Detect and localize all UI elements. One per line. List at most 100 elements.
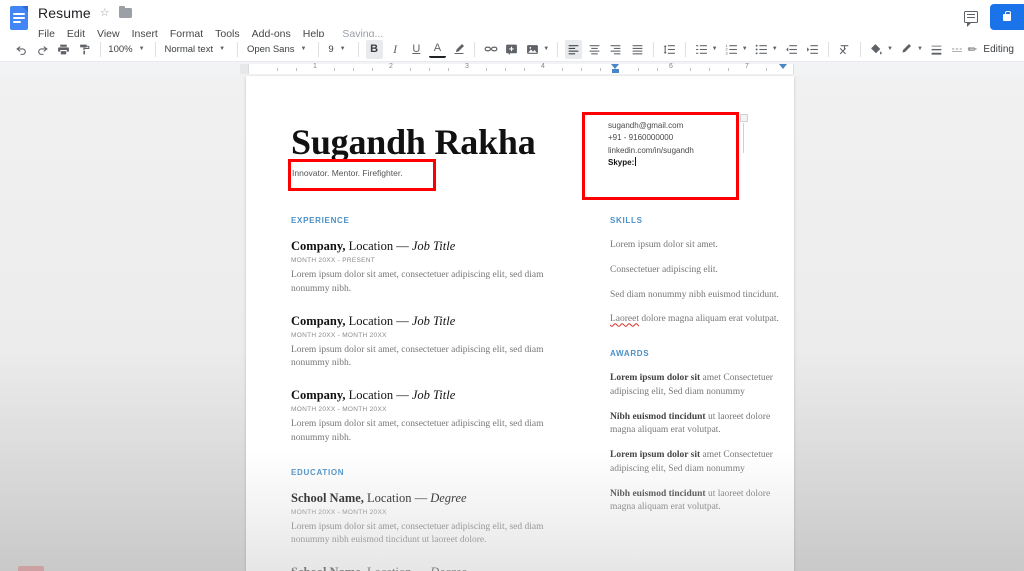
comment-icon[interactable]	[964, 11, 978, 27]
entry-body: Lorem ipsum dolor sit amet, consectetuer…	[291, 521, 544, 546]
google-docs-icon[interactable]	[10, 6, 28, 30]
link-icon[interactable]	[482, 40, 499, 59]
resume-content: Sugandh Rakha Innovator. Mentor. Firefig…	[246, 76, 794, 571]
table-options-button[interactable]	[740, 114, 748, 122]
contact-linkedin[interactable]: linkedin.com/in/sugandh	[608, 145, 768, 157]
award-item[interactable]: Lorem ipsum dolor sit amet Consectetuer …	[610, 449, 785, 477]
chevron-down-icon[interactable]: ▼	[887, 46, 893, 52]
undo-icon[interactable]	[13, 40, 30, 59]
award-item[interactable]: Lorem ipsum dolor sit amet Consectetuer …	[610, 372, 785, 400]
formatting-toolbar: 100% ▼ Normal text ▼ Open Sans ▼ 9 ▼ B I…	[0, 37, 1024, 62]
skill-item[interactable]: Laoreet dolore magna aliquam erat volutp…	[610, 313, 785, 327]
horizontal-ruler[interactable]: 1 2 3 4 6 7	[0, 62, 1024, 76]
award-item[interactable]: Nibh euismod tincidunt ut laoreet dolore…	[610, 488, 785, 516]
section-skills: SKILLS Lorem ipsum dolor sit amet. Conse…	[610, 216, 785, 327]
clear-formatting-icon[interactable]	[836, 40, 853, 59]
text-color-button[interactable]: A	[428, 41, 446, 58]
align-center-icon[interactable]	[586, 40, 603, 59]
chevron-down-icon[interactable]: ▼	[917, 46, 923, 52]
underline-button[interactable]: U	[408, 40, 425, 59]
ruler-track[interactable]: 1 2 3 4 6 7	[248, 63, 794, 74]
experience-entry[interactable]: Company, Location — Job Title MONTH 20XX…	[291, 314, 566, 372]
cell-background-color-icon[interactable]	[868, 40, 885, 59]
font-size-value: 9	[328, 43, 334, 55]
entry-date: MONTH 20XX - MONTH 20XX	[291, 331, 387, 339]
bold-button[interactable]: B	[365, 39, 383, 59]
entry-title: Company, Location — Job Title	[291, 313, 456, 328]
document-canvas: Sugandh Rakha Innovator. Mentor. Firefig…	[0, 76, 1024, 571]
align-justify-icon[interactable]	[628, 40, 645, 59]
insert-image-icon[interactable]	[524, 40, 541, 59]
ruler-margin-left	[240, 64, 248, 74]
pencil-icon: ✎	[965, 41, 981, 57]
chevron-down-icon: ▼	[300, 46, 307, 52]
border-color-icon[interactable]	[898, 40, 915, 59]
skill-item[interactable]: Consectetuer adipiscing elit.	[610, 264, 785, 278]
zoom-level-value: 100%	[108, 43, 133, 55]
font-size-select[interactable]: 9 ▼	[324, 40, 352, 59]
chevron-down-icon: ▼	[219, 46, 226, 52]
resume-right-column: SKILLS Lorem ipsum dolor sit amet. Conse…	[610, 216, 785, 537]
chevron-down-icon[interactable]: ▼	[712, 46, 718, 52]
education-entry[interactable]: School Name, Location — Degree	[291, 565, 566, 571]
title-block: Resume ☆ File Edit View Insert Format To…	[38, 0, 395, 42]
education-entry[interactable]: School Name, Location — Degree MONTH 20X…	[291, 491, 566, 549]
chevron-down-icon[interactable]: ▼	[772, 46, 778, 52]
paragraph-style-select[interactable]: Normal text ▼	[161, 40, 233, 59]
entry-title: School Name, Location — Degree	[291, 565, 566, 571]
ruler-number-4: 4	[541, 63, 545, 70]
add-comment-icon[interactable]	[503, 40, 520, 59]
chevron-down-icon[interactable]: ▼	[543, 46, 549, 52]
contact-skype[interactable]: Skype:	[608, 157, 768, 169]
left-indent-marker[interactable]	[611, 64, 619, 73]
editing-mode-button[interactable]: ✎ Editing	[965, 41, 1014, 57]
chevron-down-icon[interactable]: ▼	[742, 46, 748, 52]
entry-date: MONTH 20XX - MONTH 20XX	[291, 508, 387, 516]
table-column-handle[interactable]	[743, 123, 744, 153]
right-indent-marker[interactable]	[779, 64, 787, 69]
award-item[interactable]: Nibh euismod tincidunt ut laoreet dolore…	[610, 411, 785, 439]
align-right-icon[interactable]	[607, 40, 624, 59]
entry-date: MONTH 20XX - MONTH 20XX	[291, 406, 387, 414]
entry-date: MONTH 20XX - PRESENT	[291, 257, 376, 264]
experience-entry[interactable]: Company, Location — Job Title MONTH 20XX…	[291, 388, 566, 446]
font-family-select[interactable]: Open Sans ▼	[243, 40, 314, 59]
contact-block[interactable]: sugandh@gmail.com +91 - 9160000000 linke…	[608, 120, 768, 170]
align-left-icon[interactable]	[565, 39, 583, 59]
redo-icon[interactable]	[34, 40, 51, 59]
document-page[interactable]: Sugandh Rakha Innovator. Mentor. Firefig…	[246, 76, 794, 571]
contact-phone[interactable]: +91 - 9160000000	[608, 132, 768, 144]
border-dash-icon[interactable]	[949, 40, 966, 59]
resume-left-column: EXPERIENCE Company, Location — Job Title…	[291, 216, 566, 571]
experience-entry[interactable]: Company, Location — Job Title MONTH 20XX…	[291, 239, 566, 297]
ruler-number-3: 3	[465, 63, 469, 70]
highlight-pen-icon[interactable]	[450, 40, 467, 59]
bulleted-list-icon[interactable]	[753, 40, 770, 59]
document-title[interactable]: Resume	[38, 5, 91, 21]
print-icon[interactable]	[55, 40, 72, 59]
paint-format-icon[interactable]	[76, 40, 93, 59]
numbered-list-icon[interactable]: 123	[723, 40, 740, 59]
entry-body: Lorem ipsum dolor sit amet, consectetuer…	[291, 344, 544, 369]
border-width-icon[interactable]	[928, 40, 945, 59]
folder-icon[interactable]	[118, 5, 132, 18]
skill-item[interactable]: Lorem ipsum dolor sit amet.	[610, 239, 785, 253]
section-heading-experience: EXPERIENCE	[291, 216, 350, 225]
section-heading-skills: SKILLS	[610, 216, 643, 225]
decrease-indent-icon[interactable]	[783, 40, 800, 59]
bottom-left-marker	[18, 566, 44, 571]
editing-mode-label: Editing	[983, 43, 1014, 55]
resume-tagline[interactable]: Innovator. Mentor. Firefighter.	[292, 168, 403, 178]
zoom-level-select[interactable]: 100% ▼	[106, 40, 149, 59]
resume-name[interactable]: Sugandh Rakha	[291, 121, 536, 163]
checklist-icon[interactable]	[693, 40, 710, 59]
skill-item[interactable]: Sed diam nonummy nibh euismod tincidunt.	[610, 289, 785, 303]
ruler-number-6: 6	[669, 63, 673, 70]
section-heading-awards: AWARDS	[610, 349, 650, 359]
star-outline-icon[interactable]: ☆	[100, 7, 110, 19]
section-education: EDUCATION School Name, Location — Degree…	[291, 468, 566, 571]
increase-indent-icon[interactable]	[804, 40, 821, 59]
share-button[interactable]	[990, 4, 1024, 30]
line-spacing-icon[interactable]	[661, 40, 678, 59]
italic-button[interactable]: I	[387, 40, 404, 59]
